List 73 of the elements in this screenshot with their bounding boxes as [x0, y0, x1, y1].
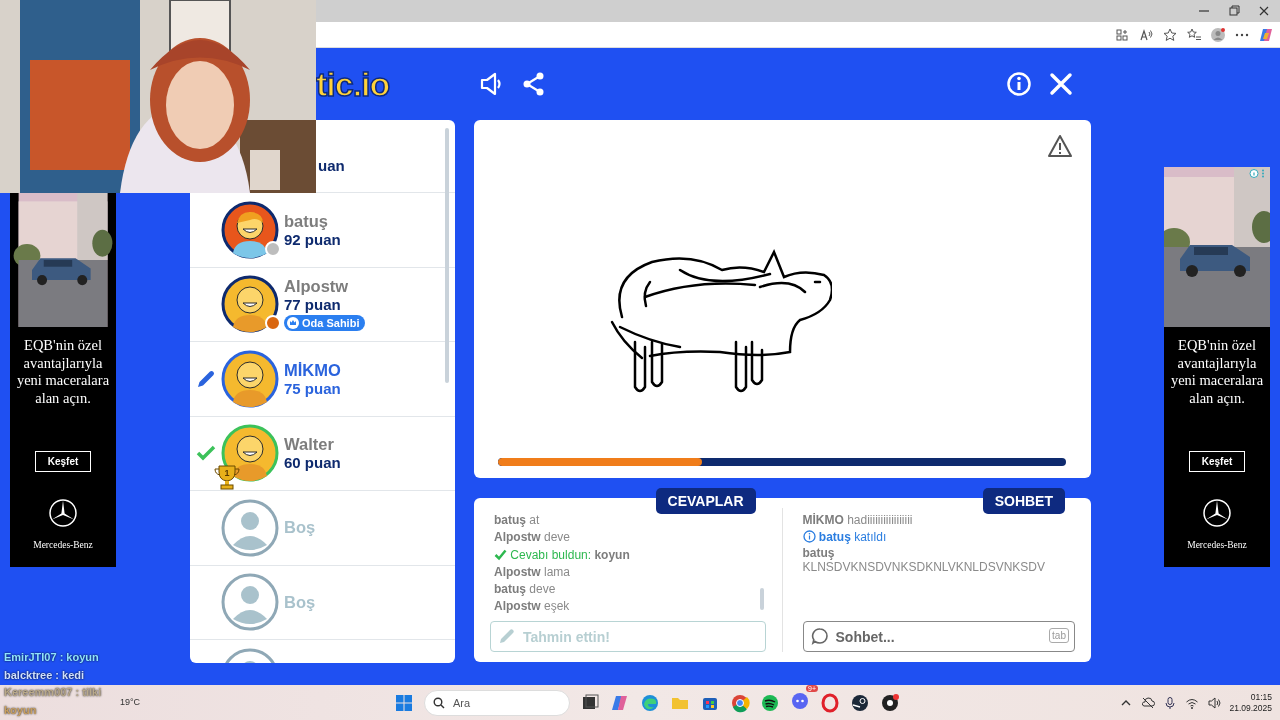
- correct-answer-message: Cevabı buldun: koyun: [494, 546, 630, 564]
- check-icon: [494, 547, 507, 561]
- join-message: batuş katıldı: [802, 529, 887, 547]
- advertisement[interactable]: EQB'nin özel avantajlarıyla yeni maceralara alan açın. Keşfet Mercedes-Benz: [1164, 167, 1270, 567]
- trophy-icon: [213, 464, 241, 491]
- player-score: 75 puan: [284, 379, 341, 397]
- stream-chat-message: Kereemm007 : tilki: [4, 685, 102, 700]
- player-name: Walter: [284, 435, 335, 455]
- key-hint: tab: [1049, 628, 1069, 643]
- brand-name: Mercedes-Benz: [1187, 540, 1247, 550]
- search-placeholder: Ara: [453, 696, 471, 709]
- empty-avatar-icon: [221, 573, 279, 632]
- copilot-icon[interactable]: [1258, 26, 1274, 43]
- ad-headline: EQB'nin özel avantajlarıyla yeni maceralara alan açın.: [15, 336, 111, 407]
- record-icon[interactable]: [880, 692, 900, 713]
- player-name: MİKMO: [284, 360, 341, 380]
- scrollbar[interactable]: [759, 588, 764, 610]
- restore-icon[interactable]: [1226, 3, 1242, 19]
- stream-chat-message: balcktree : kedi: [4, 667, 86, 683]
- steam-icon[interactable]: [850, 692, 870, 713]
- weather-temperature: 19°C: [120, 697, 141, 707]
- empty-avatar-icon: [221, 498, 279, 557]
- volume-icon[interactable]: [1207, 695, 1222, 710]
- badge-label: Oda Sahibi: [302, 317, 360, 330]
- clock-date: 21.09.2025: [1229, 702, 1272, 714]
- favorite-icon[interactable]: [1162, 26, 1178, 43]
- stream-chat-message: koyun: [4, 702, 38, 718]
- explore-button[interactable]: Keşfet: [34, 451, 92, 472]
- player-score: 77 puan: [284, 296, 342, 314]
- chat-message: batuş KLNSDVKNSDVNKSDKNLVKNLDSVNKSDV: [802, 546, 1046, 576]
- advertisement[interactable]: EQB'nin özel avantajlarıyla yeni maceralara alan açın. Keşfet Mercedes-Benz: [10, 193, 116, 567]
- rank-number: 1: [223, 468, 231, 479]
- info-icon[interactable]: [1005, 70, 1033, 98]
- stream-chat-message: EmirJTI07 : koyun: [4, 650, 100, 665]
- empty-slot-label: Boş: [284, 592, 316, 612]
- clock-time: 01:15: [1250, 691, 1272, 703]
- close-icon[interactable]: [1047, 70, 1075, 98]
- profile-icon[interactable]: [1210, 26, 1226, 43]
- panel-tab[interactable]: CEVAPLAR: [655, 488, 756, 514]
- chrome-icon[interactable]: [730, 692, 750, 713]
- scrollbar[interactable]: [445, 128, 449, 383]
- microphone-icon[interactable]: [1163, 695, 1178, 710]
- chat-message: batuş at: [494, 512, 540, 529]
- browser-icon[interactable]: [640, 692, 660, 713]
- chat-bubble-icon: [810, 627, 829, 645]
- panel-tab[interactable]: SOHBET: [982, 488, 1065, 514]
- search-icon: [433, 696, 445, 709]
- favorites-icon[interactable]: [1186, 26, 1202, 43]
- explore-button[interactable]: Keşfet: [1188, 451, 1246, 472]
- brand-name: Mercedes-Benz: [33, 540, 93, 550]
- warning-icon[interactable]: [1047, 134, 1073, 158]
- player-name: Alpostw: [284, 277, 350, 297]
- chat-message: batuş deve: [494, 581, 556, 599]
- player-name: batuş: [284, 211, 329, 231]
- info-icon: [802, 530, 816, 544]
- cloud-off-icon[interactable]: [1141, 695, 1156, 710]
- chat-message: Alpostw eşek: [494, 598, 570, 616]
- player-score: uan: [318, 156, 345, 174]
- apps-icon[interactable]: [1114, 26, 1130, 43]
- player-score: 92 puan: [284, 230, 341, 248]
- chat-message: Alpostw lama: [494, 563, 570, 581]
- ad-headline: EQB'nin özel avantajlarıyla yeni maceralara alan açın.: [1169, 336, 1265, 407]
- game-logo: tic.io: [316, 64, 390, 104]
- empty-slot-label: Boş: [284, 518, 316, 538]
- chat-app-icon[interactable]: [790, 690, 810, 711]
- search-field[interactable]: Ara: [424, 689, 570, 716]
- player-score: 60 puan: [284, 454, 341, 472]
- opera-icon[interactable]: [820, 692, 840, 713]
- chat-message: Alpostw deve: [494, 529, 571, 547]
- start-icon[interactable]: [394, 692, 414, 713]
- pencil-icon: [498, 627, 516, 645]
- chat-message: MİKMO hadiiiiiiiiiiiiiiiii: [802, 512, 913, 529]
- music-icon[interactable]: [760, 692, 780, 713]
